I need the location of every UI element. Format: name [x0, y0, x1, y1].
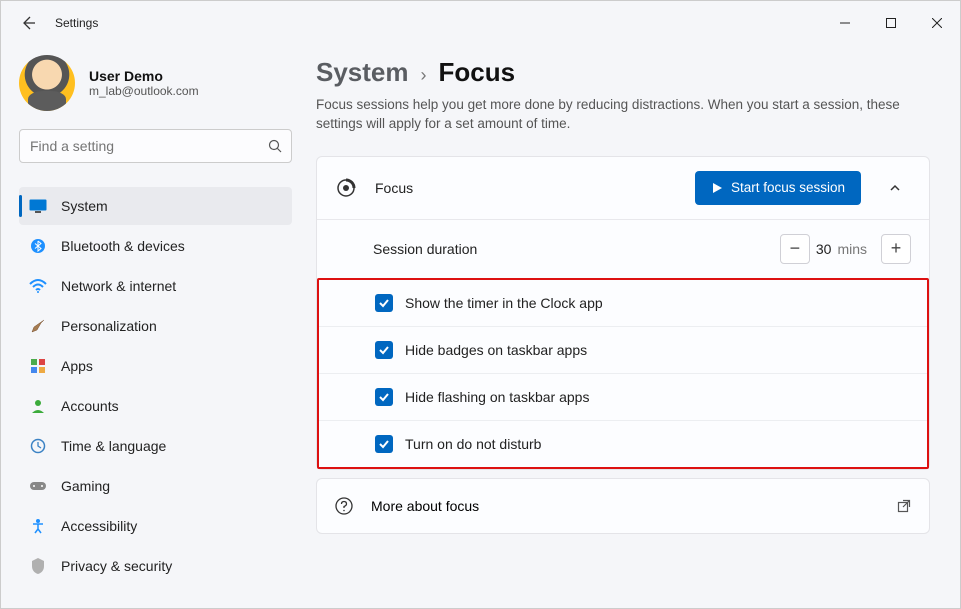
- back-button[interactable]: [19, 14, 37, 32]
- collapse-toggle[interactable]: [879, 172, 911, 204]
- sidebar: User Demo m_lab@outlook.com System Bluet…: [1, 45, 306, 608]
- checkbox-checked[interactable]: [375, 435, 393, 453]
- nav-item-system[interactable]: System: [19, 187, 292, 225]
- focus-header: Focus Start focus session: [317, 157, 929, 219]
- nav-label: Accessibility: [61, 518, 137, 534]
- nav-label: Network & internet: [61, 278, 176, 294]
- nav-item-gaming[interactable]: Gaming: [19, 467, 292, 505]
- option-label: Show the timer in the Clock app: [405, 295, 603, 311]
- option-label: Hide badges on taskbar apps: [405, 342, 587, 358]
- bluetooth-icon: [29, 237, 47, 255]
- brush-icon: [29, 317, 47, 335]
- nav-item-time-language[interactable]: Time & language: [19, 427, 292, 465]
- option-dnd[interactable]: Turn on do not disturb: [319, 420, 927, 467]
- breadcrumb: System › Focus: [316, 57, 930, 88]
- focus-body: Session duration − 30 mins + Show the ti…: [317, 219, 929, 469]
- nav-item-network[interactable]: Network & internet: [19, 267, 292, 305]
- gamepad-icon: [29, 477, 47, 495]
- nav-item-accessibility[interactable]: Accessibility: [19, 507, 292, 545]
- more-about-focus[interactable]: More about focus: [316, 478, 930, 534]
- main-content: System › Focus Focus sessions help you g…: [306, 45, 960, 608]
- nav-label: System: [61, 198, 108, 214]
- nav-label: Apps: [61, 358, 93, 374]
- focus-icon: [335, 177, 357, 199]
- search-input[interactable]: [19, 129, 292, 163]
- checkbox-checked[interactable]: [375, 341, 393, 359]
- play-icon: [711, 182, 723, 194]
- duration-unit: mins: [837, 241, 867, 257]
- clock-globe-icon: [29, 437, 47, 455]
- focus-title: Focus: [375, 180, 413, 196]
- option-label: Hide flashing on taskbar apps: [405, 389, 589, 405]
- duration-value: 30: [816, 241, 832, 257]
- nav-item-bluetooth[interactable]: Bluetooth & devices: [19, 227, 292, 265]
- nav-item-accounts[interactable]: Accounts: [19, 387, 292, 425]
- option-badges[interactable]: Hide badges on taskbar apps: [319, 326, 927, 373]
- start-focus-button[interactable]: Start focus session: [695, 171, 861, 205]
- focus-card: Focus Start focus session Session durati…: [316, 156, 930, 470]
- nav-list: System Bluetooth & devices Network & int…: [19, 187, 292, 585]
- highlighted-options: Show the timer in the Clock app Hide bad…: [317, 278, 929, 469]
- monitor-icon: [29, 197, 47, 215]
- search-box: [19, 129, 292, 163]
- user-email: m_lab@outlook.com: [89, 84, 199, 98]
- chevron-up-icon: [889, 182, 901, 194]
- option-timer[interactable]: Show the timer in the Clock app: [319, 280, 927, 326]
- duration-label: Session duration: [373, 241, 477, 257]
- nav-label: Gaming: [61, 478, 110, 494]
- close-button[interactable]: [914, 1, 960, 45]
- person-icon: [29, 397, 47, 415]
- window-title: Settings: [55, 16, 98, 30]
- option-label: Turn on do not disturb: [405, 436, 541, 452]
- external-link-icon: [897, 499, 911, 513]
- nav-item-personalization[interactable]: Personalization: [19, 307, 292, 345]
- checkbox-checked[interactable]: [375, 294, 393, 312]
- nav-label: Time & language: [61, 438, 166, 454]
- user-account[interactable]: User Demo m_lab@outlook.com: [19, 45, 292, 111]
- nav-label: Personalization: [61, 318, 157, 334]
- start-button-label: Start focus session: [731, 180, 845, 195]
- maximize-button[interactable]: [868, 1, 914, 45]
- option-flashing[interactable]: Hide flashing on taskbar apps: [319, 373, 927, 420]
- page-title: Focus: [439, 57, 516, 88]
- checkbox-checked[interactable]: [375, 388, 393, 406]
- duration-row: Session duration − 30 mins +: [317, 220, 929, 278]
- help-icon: [335, 497, 353, 515]
- nav-item-privacy[interactable]: Privacy & security: [19, 547, 292, 585]
- accessibility-icon: [29, 517, 47, 535]
- titlebar: Settings: [1, 1, 960, 45]
- user-name: User Demo: [89, 68, 199, 84]
- apps-icon: [29, 357, 47, 375]
- increase-button[interactable]: +: [881, 234, 911, 264]
- breadcrumb-parent[interactable]: System: [316, 57, 409, 88]
- minimize-button[interactable]: [822, 1, 868, 45]
- avatar: [19, 55, 75, 111]
- shield-icon: [29, 557, 47, 575]
- wifi-icon: [29, 277, 47, 295]
- nav-item-apps[interactable]: Apps: [19, 347, 292, 385]
- nav-label: Privacy & security: [61, 558, 172, 574]
- more-label: More about focus: [371, 498, 479, 514]
- chevron-right-icon: ›: [421, 65, 427, 86]
- page-description: Focus sessions help you get more done by…: [316, 96, 926, 134]
- nav-label: Bluetooth & devices: [61, 238, 185, 254]
- nav-label: Accounts: [61, 398, 119, 414]
- decrease-button[interactable]: −: [780, 234, 810, 264]
